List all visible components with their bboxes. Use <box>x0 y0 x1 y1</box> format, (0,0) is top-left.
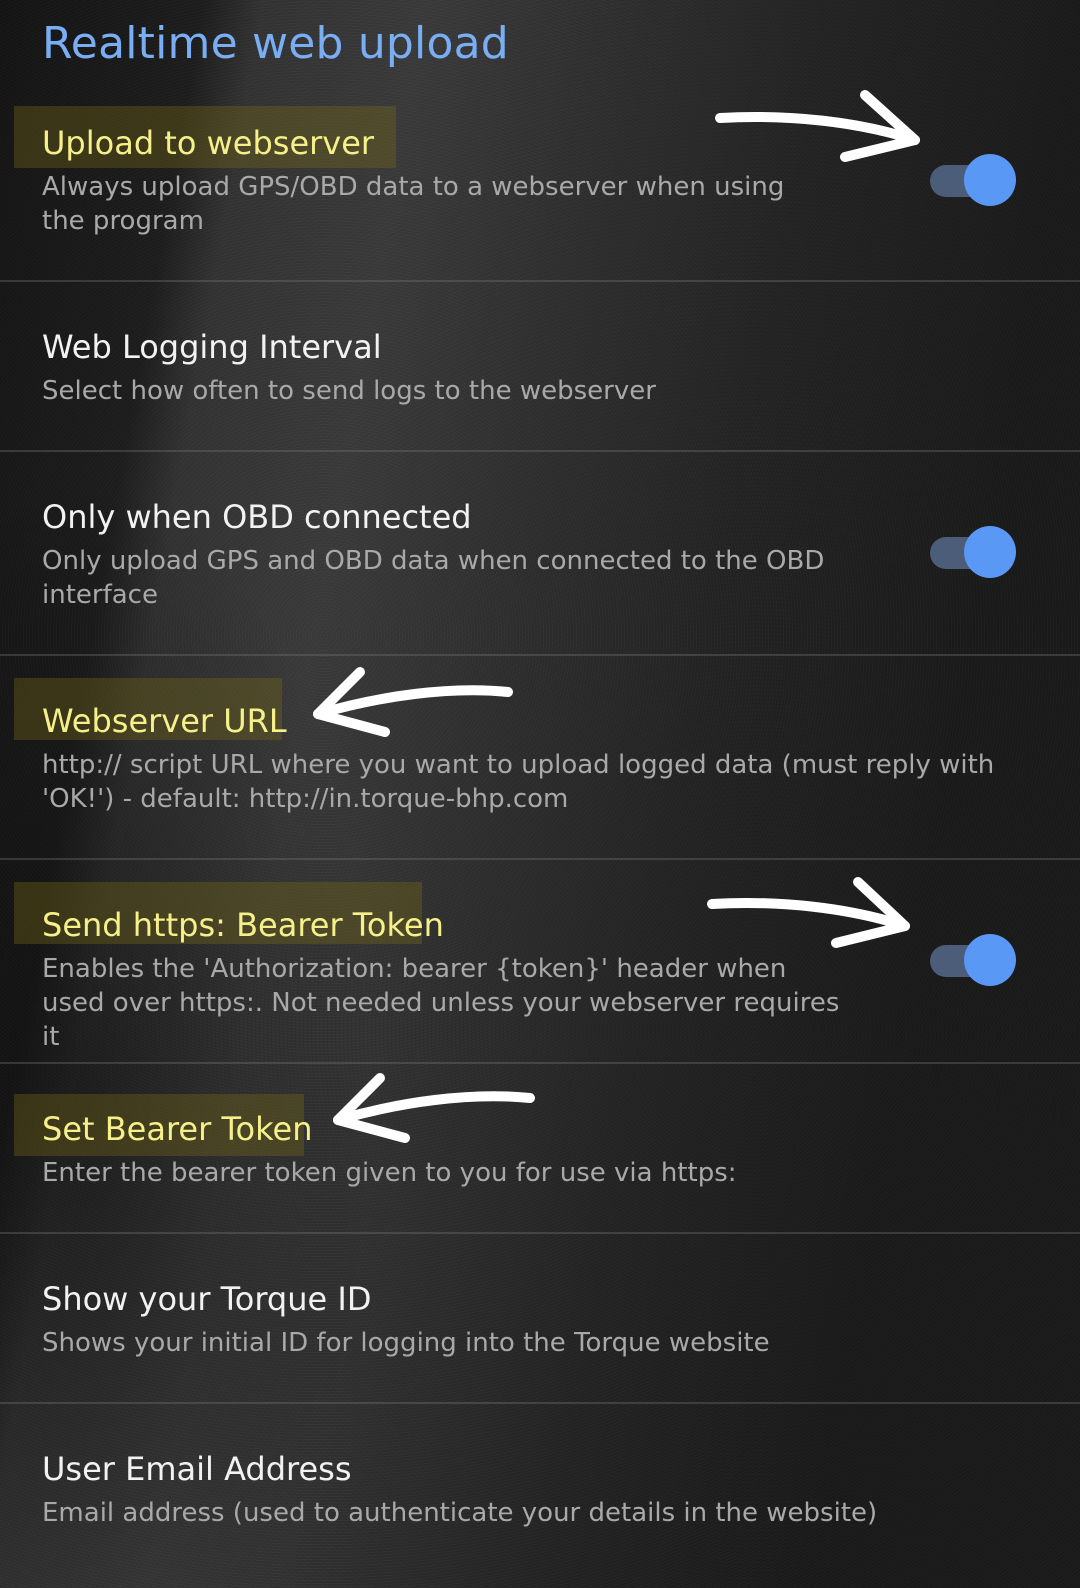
hand-drawn-arrow-icon <box>707 877 910 948</box>
settings-screen: Realtime web upload Upload to webserver … <box>0 0 1080 1588</box>
hand-drawn-arrow-icon <box>715 90 920 162</box>
hand-drawn-arrow-icon <box>313 667 513 737</box>
hand-drawn-arrow-icon <box>333 1073 535 1143</box>
annotation-arrows <box>313 90 920 1143</box>
